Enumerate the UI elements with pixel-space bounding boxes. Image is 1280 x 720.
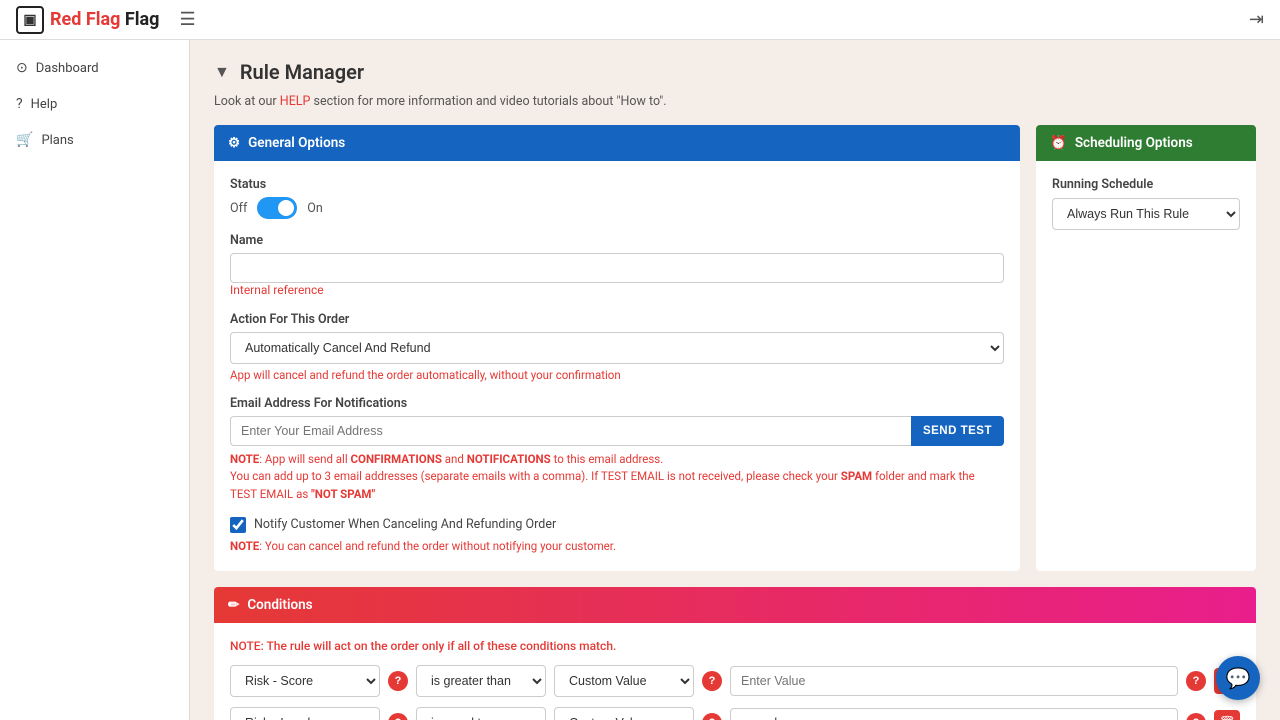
status-group: Status Off On: [230, 177, 1004, 219]
not-spam-text: "NOT SPAM": [311, 487, 375, 501]
notify-checkbox-label: Notify Customer When Canceling And Refun…: [254, 517, 556, 532]
conditions-body: NOTE: The rule will act on the order onl…: [214, 623, 1256, 720]
checkbox-note: NOTE: You can cancel and refund the orde…: [230, 538, 1004, 555]
send-test-button[interactable]: SEND TEST: [911, 416, 1004, 446]
name-input[interactable]: Basic fraud protection rule for HIGH RIS…: [230, 253, 1004, 283]
scheduling-options-header: ⏰ Scheduling Options: [1036, 125, 1256, 161]
topnav: ▣ Red Flag Flag ☰ ⇥: [0, 0, 1280, 40]
sidebar-item-label: Plans: [41, 133, 73, 148]
conditions-title: Conditions: [247, 597, 312, 613]
condition-field-2: Risk - Score Risk - Lavel: [230, 707, 380, 720]
general-options-header: ⚙ General Options: [214, 125, 1020, 161]
general-options-title: General Options: [248, 135, 345, 151]
sidebar-item-plans[interactable]: 🛒 Plans: [0, 122, 189, 158]
email-note: NOTE: App will send all CONFIRMATIONS an…: [230, 451, 1004, 503]
condition-row-1: Risk - Score Risk - Lavel ? is greater t…: [230, 665, 1240, 697]
condition-value-type-1: Custom Value: [554, 665, 694, 697]
action-group: Action For This Order Automatically Canc…: [230, 312, 1004, 382]
confirmations-text: CONFIRMATIONS: [350, 452, 441, 466]
condition-value-type-select-1[interactable]: Custom Value: [554, 665, 694, 697]
help-link[interactable]: HELP: [280, 94, 311, 109]
general-options-body: Status Off On Name Basic: [214, 161, 1020, 571]
page-title-row: ▼ Rule Manager: [214, 60, 1256, 84]
spam-text: SPAM: [841, 469, 872, 483]
status-label: Status: [230, 177, 1004, 192]
sidebar-item-help[interactable]: ? Help: [0, 86, 189, 122]
action-info: App will cancel and refund the order aut…: [230, 368, 1004, 382]
email-row: SEND TEST: [230, 416, 1004, 446]
sidebar-item-label: Help: [31, 97, 58, 112]
toggle-slider: [257, 197, 297, 219]
name-label: Name: [230, 233, 1004, 248]
filter-icon: ▼: [214, 62, 230, 82]
condition-field-select-1[interactable]: Risk - Score Risk - Lavel: [230, 665, 380, 697]
conditions-header: ✏ Conditions: [214, 587, 1256, 623]
sidebar: ⊙ Dashboard ? Help 🛒 Plans: [0, 40, 190, 720]
dashboard-icon: ⊙: [16, 60, 28, 76]
chat-bubble[interactable]: 💬: [1216, 656, 1260, 700]
brand-name: Red Flag Flag: [50, 9, 159, 30]
value-type-help-button-2[interactable]: ?: [702, 713, 722, 720]
chat-icon: 💬: [1226, 666, 1251, 690]
value-help-button-1[interactable]: ?: [1186, 671, 1206, 691]
clock-icon: ⏰: [1050, 135, 1067, 151]
status-on-label: On: [307, 201, 323, 216]
field-help-button-1[interactable]: ?: [388, 671, 408, 691]
condition-field-select-2[interactable]: Risk - Score Risk - Lavel: [230, 707, 380, 720]
schedule-select[interactable]: Always Run This Rule: [1052, 198, 1240, 230]
email-label: Email Address For Notifications: [230, 396, 1004, 411]
name-group: Name Basic fraud protection rule for HIG…: [230, 233, 1004, 298]
action-select[interactable]: Automatically Cancel And Refund: [230, 332, 1004, 364]
delete-condition-button-2[interactable]: 🗑: [1214, 710, 1240, 720]
condition-value-input-1[interactable]: [730, 666, 1178, 696]
email-group: Email Address For Notifications SEND TES…: [230, 396, 1004, 503]
condition-operator-select-2[interactable]: is greater than is equal to is less than: [416, 707, 546, 720]
condition-operator-select-1[interactable]: is greater than is equal to is less than: [416, 665, 546, 697]
sidebar-item-dashboard[interactable]: ⊙ Dashboard: [0, 50, 189, 86]
notify-checkbox-row: Notify Customer When Canceling And Refun…: [230, 517, 1004, 533]
page-title: Rule Manager: [240, 60, 364, 84]
condition-value-type-select-2[interactable]: Custom Value: [554, 707, 694, 720]
status-toggle[interactable]: [257, 197, 297, 219]
note-prefix: NOTE: [230, 452, 259, 466]
value-help-button-2[interactable]: ?: [1186, 713, 1206, 720]
help-icon: ?: [16, 96, 23, 112]
status-off-label: Off: [230, 201, 247, 216]
gear-icon: ⚙: [228, 135, 240, 151]
notifications-text: NOTIFICATIONS: [467, 452, 551, 466]
scheduling-options-title: Scheduling Options: [1075, 135, 1193, 151]
condition-value-input-2[interactable]: [730, 708, 1178, 720]
running-schedule-label: Running Schedule: [1052, 177, 1240, 192]
conditions-card: ✏ Conditions NOTE: The rule will act on …: [214, 587, 1256, 720]
email-input[interactable]: [230, 416, 911, 446]
condition-row-2: Risk - Score Risk - Lavel ? is greater t…: [230, 707, 1240, 720]
action-label: Action For This Order: [230, 312, 1004, 327]
condition-operator-2: is greater than is equal to is less than: [416, 707, 546, 720]
field-help-button-2[interactable]: ?: [388, 713, 408, 720]
condition-value-1: [730, 666, 1178, 696]
condition-operator-1: is greater than is equal to is less than: [416, 665, 546, 697]
internal-reference-link[interactable]: Internal reference: [230, 283, 324, 297]
scheduling-options-card: ⏰ Scheduling Options Running Schedule Al…: [1036, 125, 1256, 571]
notify-checkbox[interactable]: [230, 517, 246, 533]
sidebar-item-label: Dashboard: [36, 61, 99, 76]
scheduling-options-body: Running Schedule Always Run This Rule: [1036, 161, 1256, 246]
condition-value-type-2: Custom Value: [554, 707, 694, 720]
hamburger-icon[interactable]: ☰: [179, 9, 195, 30]
logo: ▣ Red Flag Flag: [16, 6, 159, 34]
edit-icon: ✏: [228, 597, 239, 613]
page-subtitle: Look at our HELP section for more inform…: [214, 94, 1256, 109]
condition-value-2: [730, 708, 1178, 720]
status-row: Off On: [230, 197, 1004, 219]
content-row: ⚙ General Options Status Off On: [214, 125, 1256, 571]
value-type-help-button-1[interactable]: ?: [702, 671, 722, 691]
logo-icon: ▣: [16, 6, 44, 34]
general-options-card: ⚙ General Options Status Off On: [214, 125, 1020, 571]
plans-icon: 🛒: [16, 132, 33, 148]
logout-icon[interactable]: ⇥: [1249, 9, 1264, 30]
main-content: ▼ Rule Manager Look at our HELP section …: [190, 40, 1280, 720]
conditions-note: NOTE: The rule will act on the order onl…: [230, 639, 1240, 653]
condition-field-1: Risk - Score Risk - Lavel: [230, 665, 380, 697]
